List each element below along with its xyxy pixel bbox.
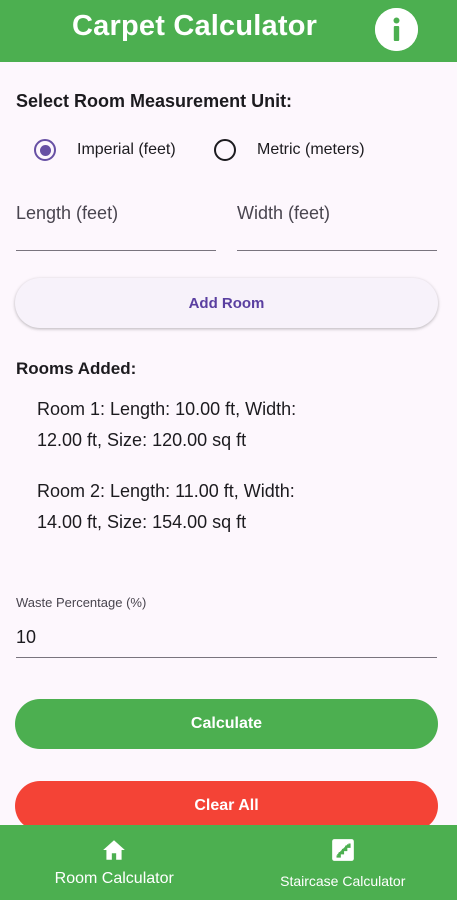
waste-percentage-input[interactable] [16,618,437,658]
length-placeholder: Length (feet) [16,203,119,223]
width-placeholder: Width (feet) [237,203,331,223]
stairs-icon [331,839,354,861]
radio-metric[interactable]: Metric (meters) [214,135,365,165]
page-title: Carpet Calculator [72,10,318,42]
nav-room-calculator[interactable]: Room Calculator [0,825,229,900]
radio-metric-indicator[interactable] [214,139,236,161]
list-item: Room 2: Length: 11.00 ft, Width: 14.00 f… [37,476,377,538]
radio-imperial-label: Imperial (feet) [77,141,176,158]
nav-staircase-calculator-label: Staircase Calculator [280,873,406,889]
nav-room-calculator-label: Room Calculator [54,870,174,887]
calculate-button[interactable]: Calculate [15,699,438,749]
unit-section-label: Select Room Measurement Unit: [16,91,293,111]
info-icon [375,8,418,51]
room-1-line-1: Room 1: Length: 10.00 ft, Width: [37,399,297,419]
info-button[interactable] [375,8,418,51]
width-input[interactable]: Width (feet) [237,195,437,251]
radio-imperial[interactable]: Imperial (feet) [34,135,176,165]
room-1-line-2: 12.00 ft, Size: 120.00 sq ft [37,430,247,450]
home-icon [103,840,126,860]
room-2-line-1: Room 2: Length: 11.00 ft, Width: [37,481,295,501]
radio-metric-label: Metric (meters) [257,141,365,158]
app-bar: Carpet Calculator [0,0,457,62]
waste-percentage-label: Waste Percentage (%) [16,595,147,610]
bottom-nav: Room Calculator Staircase Calculator [0,825,457,900]
radio-imperial-indicator[interactable] [34,139,56,161]
length-input[interactable]: Length (feet) [16,195,216,251]
rooms-title: Rooms Added: [16,359,137,378]
clear-all-button[interactable]: Clear All [15,781,438,831]
nav-staircase-calculator[interactable]: Staircase Calculator [229,825,457,900]
room-2-line-2: 14.00 ft, Size: 154.00 sq ft [37,512,247,532]
add-room-button[interactable]: Add Room [15,278,438,328]
list-item: Room 1: Length: 10.00 ft, Width: 12.00 f… [37,394,377,456]
